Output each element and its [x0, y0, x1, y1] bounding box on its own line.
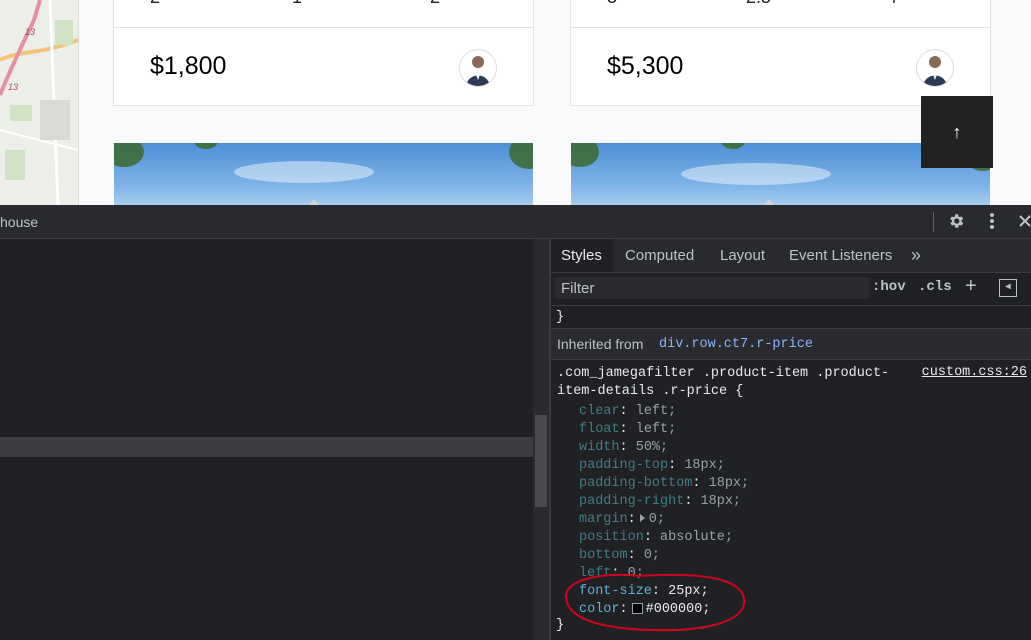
rooms-count: 2	[430, 0, 440, 8]
rule-close-brace: }	[556, 618, 565, 633]
inherited-element-link[interactable]: div.row.ct7.r-price	[659, 337, 813, 352]
elements-scrollbar[interactable]	[533, 239, 549, 640]
tab-computed[interactable]: Computed	[615, 239, 704, 272]
declaration-left[interactable]: left: 0;	[579, 565, 644, 583]
styles-filter-input[interactable]	[555, 277, 869, 299]
property-value: 0;	[643, 548, 661, 563]
rooms-count: 4	[887, 0, 897, 8]
listing-stats: 2 1 2	[114, 0, 533, 28]
declaration-font-size[interactable]: font-size: 25px;	[579, 583, 709, 601]
tab-event-listeners[interactable]: Event Listeners	[779, 239, 902, 272]
declaration-position[interactable]: position: absolute;	[579, 529, 733, 547]
agent-avatar[interactable]	[916, 49, 954, 87]
listing-price: $1,800	[150, 52, 227, 80]
inherited-from-label: Inherited from	[557, 336, 644, 352]
property-name: left	[579, 566, 612, 581]
property-name: margin	[579, 512, 628, 527]
declaration-margin[interactable]: margin: 0;	[579, 511, 665, 529]
declaration-clear[interactable]: clear: left;	[579, 403, 676, 421]
property-name: position	[579, 530, 644, 545]
property-value: 0;	[648, 512, 665, 527]
property-value: #000000;	[645, 602, 711, 617]
webpage-viewport: 13 13 2 1 2 $1,800 3 2.5 4 $5,300	[0, 0, 1031, 205]
listing-photo[interactable]	[114, 143, 533, 205]
property-value: 18px;	[700, 494, 742, 509]
baths-count: 1	[292, 0, 302, 8]
rule-selector[interactable]: .com_jamegafilter .product-item .product…	[557, 365, 897, 401]
property-name: color	[579, 602, 620, 617]
property-value: 18px;	[684, 458, 725, 473]
toggle-sidebar-icon[interactable]: ◂	[999, 279, 1017, 297]
beds-count: 3	[607, 0, 617, 8]
property-name: width	[579, 440, 620, 455]
listing-card[interactable]: 3 2.5 4 $5,300	[570, 0, 991, 106]
map-route-label: 13	[8, 82, 19, 92]
property-value: left;	[635, 422, 677, 437]
declaration-padding-top[interactable]: padding-top: 18px;	[579, 457, 725, 475]
property-value: 25px;	[668, 584, 709, 599]
property-name: clear	[579, 404, 620, 419]
kebab-icon[interactable]	[980, 209, 1004, 233]
close-icon[interactable]	[1013, 209, 1031, 233]
beds-count: 2	[150, 0, 160, 8]
property-value: 18px;	[708, 476, 750, 491]
baths-count: 2.5	[746, 0, 771, 8]
property-value: left;	[635, 404, 677, 419]
previous-rule-close-brace: }	[556, 310, 565, 325]
declaration-padding-bottom[interactable]: padding-bottom: 18px;	[579, 475, 749, 493]
property-name: bottom	[579, 548, 628, 563]
declaration-width[interactable]: width: 50%;	[579, 439, 668, 457]
tab-styles[interactable]: Styles	[551, 239, 613, 272]
devtools-panel: house Styles Computed Layout Event Liste…	[0, 205, 1031, 640]
arrow-up-icon: ↑	[952, 121, 962, 142]
declaration-padding-right[interactable]: padding-right: 18px;	[579, 493, 741, 511]
elements-tree-pane[interactable]	[0, 239, 533, 640]
property-name: padding-bottom	[579, 476, 693, 491]
listing-price: $5,300	[607, 52, 684, 80]
declaration-bottom[interactable]: bottom: 0;	[579, 547, 660, 565]
map-route-label: 13	[25, 27, 36, 37]
toolbar-divider	[933, 212, 934, 232]
property-name: padding-right	[579, 494, 685, 509]
declaration-color[interactable]: color: #000000;	[579, 601, 710, 619]
agent-avatar[interactable]	[459, 49, 497, 87]
property-name: padding-top	[579, 458, 669, 473]
styles-sidebar: Styles Computed Layout Event Listeners »…	[551, 239, 1031, 640]
class-toggle[interactable]: .cls	[918, 279, 952, 295]
scrollbar-thumb[interactable]	[535, 415, 547, 507]
property-name: font-size	[579, 584, 652, 599]
listing-stats: 3 2.5 4	[571, 0, 990, 28]
property-value: absolute;	[660, 530, 733, 545]
rule-source-link[interactable]: custom.css:26	[922, 365, 1027, 380]
sidebar-tabs: Styles Computed Layout Event Listeners »	[551, 239, 1031, 273]
listing-card[interactable]: 2 1 2 $1,800	[113, 0, 534, 106]
color-swatch[interactable]	[631, 602, 643, 614]
gear-icon[interactable]	[944, 209, 968, 233]
styles-filter-bar: :hov .cls + ◂	[551, 273, 1031, 306]
property-name: float	[579, 422, 620, 437]
declaration-float[interactable]: float: left;	[579, 421, 676, 439]
devtools-tab-lighthouse[interactable]: house	[0, 214, 38, 230]
tabs-overflow-chevron-icon[interactable]: »	[901, 239, 931, 272]
property-value: 50%;	[635, 440, 669, 455]
property-value: 0;	[627, 566, 644, 581]
tab-layout[interactable]: Layout	[710, 239, 775, 272]
scroll-to-top-button[interactable]: ↑	[921, 96, 993, 168]
inherited-from-header: Inherited from div.row.ct7.r-price	[551, 328, 1031, 360]
devtools-toolbar: house	[0, 205, 1031, 239]
add-style-rule-button[interactable]: +	[965, 275, 977, 298]
map-thumbnail[interactable]: 13 13	[0, 0, 79, 205]
hover-state-toggle[interactable]: :hov	[872, 279, 906, 295]
selected-node-row[interactable]	[0, 437, 533, 457]
expand-triangle-icon[interactable]	[639, 514, 645, 523]
